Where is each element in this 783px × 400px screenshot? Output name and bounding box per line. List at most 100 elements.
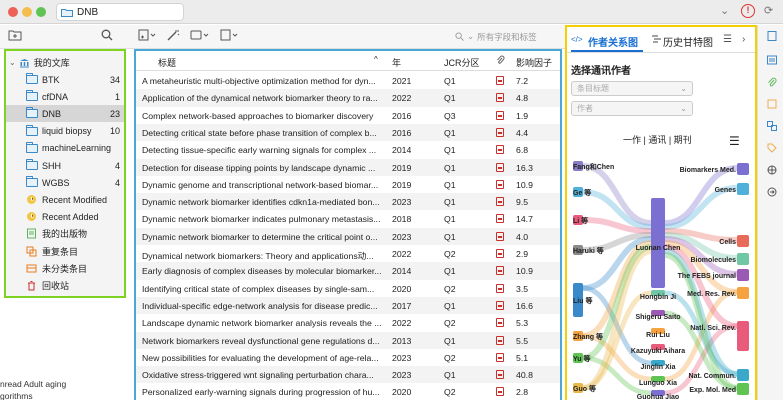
author-dropdown[interactable]: 作者 ⌄ xyxy=(571,101,693,116)
close-window-button[interactable] xyxy=(8,7,18,17)
add-attachment-icon[interactable] xyxy=(190,29,212,44)
sankey-journal-node[interactable] xyxy=(737,369,749,381)
pdf-icon[interactable] xyxy=(496,387,504,397)
pdf-icon[interactable] xyxy=(496,214,504,224)
new-note-icon[interactable] xyxy=(220,29,240,44)
pdf-icon[interactable] xyxy=(496,352,504,362)
pdf-icon[interactable] xyxy=(496,110,504,120)
table-row[interactable]: Application of the dynamical network bio… xyxy=(136,89,560,107)
table-row[interactable]: Dynamic network biomarker identifies cdk… xyxy=(136,193,560,211)
sankey-journal-node[interactable] xyxy=(737,383,749,395)
table-row[interactable]: Complex network-based approaches to biom… xyxy=(136,107,560,124)
sankey-journal-node[interactable] xyxy=(737,287,749,299)
pdf-icon[interactable] xyxy=(496,197,504,207)
sort-ascending-icon[interactable]: ^ xyxy=(374,55,378,64)
special-collection-item[interactable]: Recent Added xyxy=(6,208,124,225)
tab-history-gantt[interactable]: 历史甘特图 xyxy=(663,34,713,49)
table-row[interactable]: Early diagnosis of complex diseases by m… xyxy=(136,262,560,280)
new-item-icon[interactable] xyxy=(138,29,158,44)
pdf-icon[interactable] xyxy=(496,249,504,258)
pdf-icon[interactable] xyxy=(496,76,504,85)
special-collection-item[interactable]: 未分类条目 xyxy=(6,260,124,277)
tag-line-2[interactable]: gorithms xyxy=(0,391,33,400)
table-row[interactable]: Dynamic network biomarker indicates pulm… xyxy=(136,210,560,227)
attachment-column-icon[interactable] xyxy=(496,55,505,67)
sankey-journal-node[interactable] xyxy=(737,163,749,175)
collection-tab[interactable]: DNB xyxy=(56,3,184,21)
special-collection-item[interactable]: 回收站 xyxy=(6,277,124,294)
sankey-journal-node[interactable] xyxy=(737,183,749,195)
attachment-icon[interactable] xyxy=(767,77,777,87)
pdf-icon[interactable] xyxy=(496,93,504,103)
alert-icon[interactable]: ! xyxy=(741,4,755,18)
table-row[interactable]: Landscape dynamic network biomarker anal… xyxy=(136,314,560,331)
table-row[interactable]: Individual-specific edge-network analysi… xyxy=(136,296,560,315)
table-row[interactable]: Network biomarkers reveal dysfunctional … xyxy=(136,331,560,349)
table-row[interactable]: Detecting tissue-specific early warning … xyxy=(136,141,560,158)
table-row[interactable]: Oxidative stress-triggered wnt signaling… xyxy=(136,366,560,384)
info-icon[interactable] xyxy=(767,55,777,65)
table-row[interactable]: Detecting critical state before phase tr… xyxy=(136,123,560,142)
export-icon[interactable] xyxy=(767,187,777,197)
menu-icon[interactable]: ☰ xyxy=(723,34,732,45)
collection-item[interactable]: DNB 23 xyxy=(6,105,124,123)
pdf-icon[interactable] xyxy=(496,300,504,310)
column-header-impact-factor[interactable]: 影响因子 xyxy=(516,56,552,69)
collection-item[interactable]: WGBS 4 xyxy=(6,174,124,191)
table-row[interactable]: Detection for disease tipping points by … xyxy=(136,158,560,176)
sankey-corresponding-node[interactable] xyxy=(651,198,665,288)
sync-icon[interactable]: ⟳ xyxy=(764,4,773,17)
tab-author-graph[interactable]: 作者关系图 xyxy=(588,34,638,49)
column-header-title[interactable]: 标题 xyxy=(158,56,176,69)
sankey-journal-node[interactable] xyxy=(737,269,749,281)
note-icon[interactable] xyxy=(767,99,777,109)
zoom-window-button[interactable] xyxy=(36,7,46,17)
special-collection-item[interactable]: Recent Modified xyxy=(6,191,124,208)
table-row[interactable]: Identifying critical state of complex di… xyxy=(136,280,560,297)
tag-icon[interactable] xyxy=(767,143,777,153)
tag-line-1[interactable]: nread Adult aging xyxy=(0,379,66,389)
sankey-journal-node[interactable] xyxy=(737,253,749,265)
item-title-dropdown[interactable]: 条目标题 ⌄ xyxy=(571,81,693,96)
collection-item[interactable]: cfDNA 1 xyxy=(6,88,124,105)
magic-wand-icon[interactable] xyxy=(166,29,180,44)
locate-icon[interactable] xyxy=(767,165,777,175)
collection-item[interactable]: machineLearning xyxy=(6,140,124,157)
new-collection-icon[interactable] xyxy=(8,29,22,44)
table-row[interactable]: Dynamic network biomarker to determine t… xyxy=(136,227,560,245)
collection-item[interactable]: liquid biopsy 10 xyxy=(6,123,124,140)
sankey-journal-node[interactable] xyxy=(737,321,749,351)
pdf-icon[interactable] xyxy=(496,370,504,380)
special-collection-item[interactable]: 我的出版物 xyxy=(6,225,124,242)
chevron-down-icon[interactable]: ⌄ xyxy=(720,4,729,17)
related-icon[interactable] xyxy=(767,121,777,131)
pdf-icon[interactable] xyxy=(496,266,504,276)
pdf-icon[interactable] xyxy=(496,231,504,241)
table-row[interactable]: Personalized early-warning signals durin… xyxy=(136,383,560,400)
chevron-right-icon[interactable]: › xyxy=(742,34,745,45)
document-icon[interactable] xyxy=(767,31,777,41)
search-box[interactable]: ⌄ 所有字段和标签 xyxy=(451,28,559,45)
table-row[interactable]: A metaheuristic multi-objective optimiza… xyxy=(136,72,560,89)
pdf-icon[interactable] xyxy=(496,318,504,328)
special-collection-item[interactable]: 重复条目 xyxy=(6,243,124,260)
sankey-journal-node[interactable] xyxy=(737,235,749,247)
pdf-icon[interactable] xyxy=(496,162,504,172)
minimize-window-button[interactable] xyxy=(22,7,32,17)
pdf-icon[interactable] xyxy=(496,335,504,345)
collection-item[interactable]: SHH 4 xyxy=(6,157,124,174)
search-icon[interactable] xyxy=(101,29,113,44)
column-header-year[interactable]: 年 xyxy=(392,56,401,69)
collection-item[interactable]: BTK 34 xyxy=(6,71,124,88)
pdf-icon[interactable] xyxy=(496,127,504,137)
table-row[interactable]: Dynamical network biomarkers: Theory and… xyxy=(136,245,560,262)
chart-menu-icon[interactable]: ☰ xyxy=(729,134,740,148)
pdf-icon[interactable] xyxy=(496,145,504,155)
column-header-jcr[interactable]: JCR分区 xyxy=(444,56,480,69)
disclosure-icon[interactable]: ⌄ xyxy=(9,58,16,67)
pdf-icon[interactable] xyxy=(496,179,504,189)
library-root[interactable]: ⌄ 我的文库 xyxy=(6,54,124,71)
table-row[interactable]: Dynamic genome and transcriptional netwo… xyxy=(136,176,560,193)
pdf-icon[interactable] xyxy=(496,283,504,293)
table-row[interactable]: New possibilities for evaluating the dev… xyxy=(136,349,560,366)
